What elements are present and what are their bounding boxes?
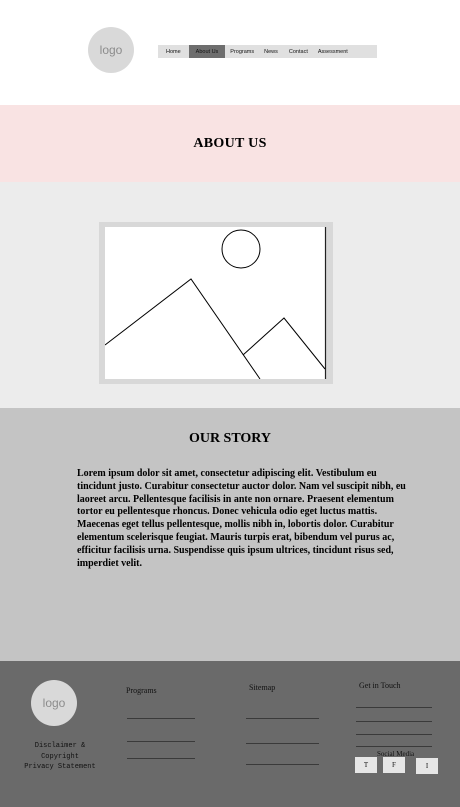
footer-programs-link[interactable] — [127, 758, 195, 759]
footer-sitemap-link[interactable] — [246, 718, 319, 719]
footer-contact-line[interactable] — [356, 721, 432, 722]
footer-programs-link[interactable] — [127, 741, 195, 742]
main-nav: Home About Us Programs News Contact Asse… — [158, 45, 377, 58]
story-body: Lorem ipsum dolor sit amet, consectetur … — [77, 468, 406, 569]
footer-contact-heading: Get in Touch — [359, 681, 401, 690]
footer-contact-line[interactable] — [356, 707, 432, 708]
nav-home[interactable]: Home — [158, 45, 189, 58]
footer-sitemap-link[interactable] — [246, 743, 319, 744]
footer-contact-line[interactable] — [356, 746, 432, 747]
footer-sitemap-link[interactable] — [246, 764, 319, 765]
image-section — [0, 182, 460, 408]
site-footer: logo Disclaimer & Copyright Privacy Stat… — [0, 661, 460, 807]
image-placeholder — [99, 222, 333, 384]
footer-programs-link[interactable] — [127, 718, 195, 719]
footer-logo[interactable]: logo — [31, 680, 77, 726]
site-logo[interactable]: logo — [88, 27, 134, 73]
privacy-statement-link[interactable]: Privacy Statement — [22, 762, 98, 773]
about-banner: ABOUT US — [0, 105, 460, 182]
footer-logo-text: logo — [42, 696, 66, 710]
disclaimer-link[interactable]: Disclaimer & — [22, 741, 98, 752]
our-story-section: OUR STORY Lorem ipsum dolor sit amet, co… — [0, 408, 460, 661]
nav-about-us[interactable]: About Us — [188, 45, 226, 58]
nav-contact[interactable]: Contact — [283, 45, 314, 58]
nav-assessment[interactable]: Assessment — [314, 45, 352, 58]
nav-news[interactable]: News — [259, 45, 283, 58]
page-title: ABOUT US — [193, 135, 267, 151]
footer-programs-heading: Programs — [126, 686, 157, 695]
footer-legal-links: Disclaimer & Copyright Privacy Statement — [22, 741, 98, 773]
image-placeholder-icon — [105, 227, 327, 379]
site-header: logo Home About Us Programs News Contact… — [0, 0, 460, 105]
social-t-button[interactable]: T — [355, 757, 377, 773]
footer-contact-line[interactable] — [356, 734, 432, 735]
copyright-link[interactable]: Copyright — [22, 752, 98, 763]
social-i-button[interactable]: I — [416, 758, 438, 774]
social-f-button[interactable]: F — [383, 757, 405, 773]
logo-text: logo — [99, 43, 123, 57]
story-title: OUR STORY — [188, 431, 272, 446]
footer-sitemap-heading: Sitemap — [249, 683, 276, 692]
nav-programs[interactable]: Programs — [225, 45, 259, 58]
